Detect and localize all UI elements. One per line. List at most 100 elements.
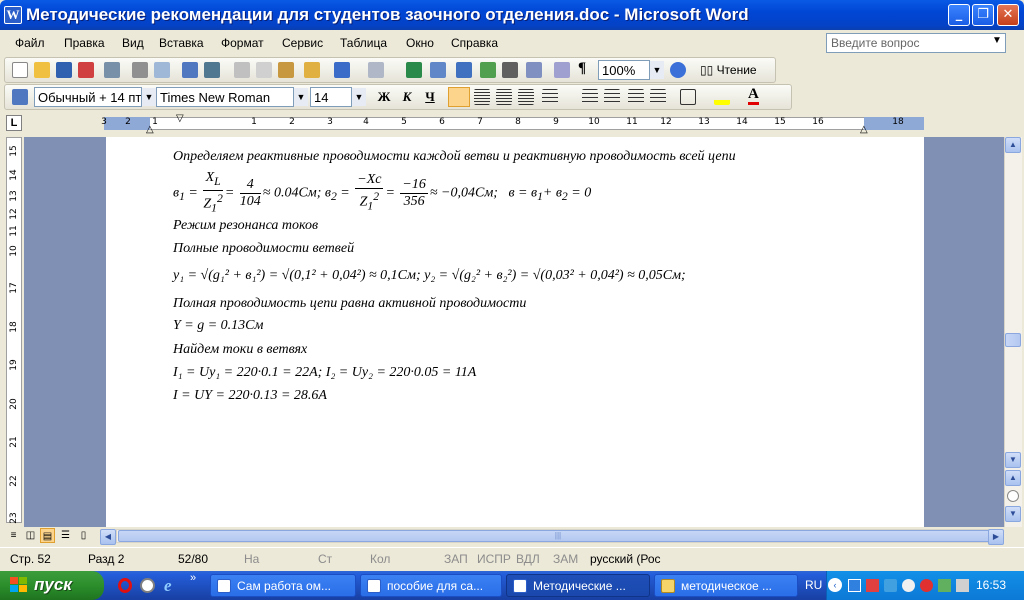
styles-pane-icon[interactable]	[12, 89, 28, 105]
tray-expand-icon[interactable]: ‹	[828, 578, 842, 592]
highlight-icon[interactable]	[714, 89, 730, 105]
right-indent-marker[interactable]: △	[860, 124, 868, 135]
help-icon[interactable]	[670, 62, 686, 78]
status-section[interactable]: Разд 2	[88, 552, 124, 566]
tables-borders-icon[interactable]	[430, 62, 446, 78]
status-trk[interactable]: ИСПР	[477, 552, 511, 566]
align-center-icon[interactable]	[474, 89, 490, 105]
permission-icon[interactable]	[78, 62, 94, 78]
status-col[interactable]: Кол	[370, 552, 390, 566]
opera-icon[interactable]	[118, 578, 132, 593]
browse-object-icon[interactable]	[1007, 490, 1019, 502]
menu-tools[interactable]: Сервис	[282, 36, 323, 50]
redo-icon[interactable]	[368, 62, 384, 78]
insert-table-icon[interactable]	[456, 62, 472, 78]
read-mode-button[interactable]: ▯▯ Чтение	[700, 63, 757, 77]
taskbar-task[interactable]: Сам работа ом...	[210, 574, 356, 597]
status-language[interactable]: русский (Рос	[590, 552, 661, 566]
bullets-icon[interactable]	[604, 89, 620, 105]
chevron-down-icon[interactable]: ▼	[992, 35, 1002, 46]
columns-icon[interactable]	[502, 62, 518, 78]
update-icon[interactable]	[920, 579, 933, 592]
hyperlink-icon[interactable]	[406, 62, 422, 78]
insert-excel-icon[interactable]	[480, 62, 496, 78]
font-size-combo[interactable]: 14	[310, 87, 352, 107]
open-folder-icon[interactable]	[34, 62, 50, 78]
doc-paragraph[interactable]: Полные проводимости ветвей	[173, 241, 354, 257]
taskbar-task[interactable]: методическое ...	[654, 574, 798, 597]
quicklaunch-chevron-icon[interactable]: »	[190, 572, 196, 584]
doc-paragraph[interactable]: Определяем реактивные проводимости каждо…	[173, 149, 736, 165]
menu-format[interactable]: Формат	[221, 36, 264, 50]
usb-icon[interactable]	[938, 579, 951, 592]
restore-button[interactable]: ❐	[972, 4, 994, 26]
first-line-indent-marker[interactable]: ▽	[176, 113, 184, 124]
equation-branch-currents[interactable]: I₁ = Uy₁ = 220·0.1 = 22А; I₂ = Uy₂ = 220…	[173, 365, 476, 381]
connection-icon[interactable]	[884, 579, 897, 592]
taskbar-task-active[interactable]: Методические ...	[506, 574, 650, 597]
doc-paragraph[interactable]: Режим резонанса токов	[173, 218, 318, 234]
web-view-icon[interactable]: ◫	[23, 528, 38, 543]
scroll-left-icon[interactable]: ◀	[100, 529, 116, 545]
zoom-combo[interactable]: 100%	[598, 60, 650, 80]
spelling-icon[interactable]	[182, 62, 198, 78]
reading-view-icon[interactable]: ▯	[76, 528, 91, 543]
normal-view-icon[interactable]: ≡	[6, 528, 21, 543]
document-map-icon[interactable]	[554, 62, 570, 78]
copy-icon[interactable]	[256, 62, 272, 78]
equation-total-conductance[interactable]: Y = g = 0.13См	[173, 318, 263, 334]
cut-icon[interactable]	[234, 62, 250, 78]
save-icon[interactable]	[56, 62, 72, 78]
menu-table[interactable]: Таблица	[340, 36, 387, 50]
font-color-icon[interactable]: A	[748, 87, 759, 105]
internet-explorer-icon[interactable]: e	[164, 576, 172, 596]
chevron-down-icon[interactable]: ▼	[142, 88, 156, 106]
line-spacing-icon[interactable]	[542, 89, 558, 105]
status-at[interactable]: На	[244, 552, 259, 566]
outline-view-icon[interactable]: ☰	[58, 528, 73, 543]
research-icon[interactable]	[204, 62, 220, 78]
decrease-indent-icon[interactable]	[628, 89, 644, 105]
equation-reactive-conductance[interactable]: в1 = XL Z12 = 4 104 ≈ 0.04См; в2 = −Xc Z12 = −…	[173, 170, 591, 216]
print-icon[interactable]	[132, 62, 148, 78]
menu-window[interactable]: Окно	[406, 36, 434, 50]
language-indicator[interactable]: RU	[805, 578, 822, 592]
left-indent-marker[interactable]: △	[146, 124, 154, 135]
status-rec[interactable]: ЗАП	[444, 552, 468, 566]
print-preview-icon[interactable]	[154, 62, 170, 78]
numbering-icon[interactable]	[582, 89, 598, 105]
bold-button[interactable]: Ж	[374, 88, 394, 106]
paste-icon[interactable]	[278, 62, 294, 78]
borders-icon[interactable]	[680, 89, 696, 105]
status-ovr[interactable]: ЗАМ	[553, 552, 578, 566]
ask-question-input[interactable]: Введите вопрос	[826, 33, 1006, 53]
menu-view[interactable]: Вид	[122, 36, 144, 50]
menu-edit[interactable]: Правка	[64, 36, 105, 50]
next-page-icon[interactable]: ▼	[1005, 506, 1021, 522]
antivirus-icon[interactable]	[902, 579, 915, 592]
menu-help[interactable]: Справка	[451, 36, 498, 50]
email-icon[interactable]	[104, 62, 120, 78]
status-ext[interactable]: ВДЛ	[516, 552, 540, 566]
volume-icon[interactable]	[956, 579, 969, 592]
justify-icon[interactable]	[518, 89, 534, 105]
network-icon[interactable]	[848, 579, 861, 592]
drawing-icon[interactable]	[526, 62, 542, 78]
align-right-icon[interactable]	[496, 89, 512, 105]
menu-file[interactable]: Файл	[15, 36, 45, 50]
font-combo[interactable]: Times New Roman	[156, 87, 294, 107]
horizontal-scroll-thumb[interactable]: |||	[118, 530, 998, 542]
menu-insert[interactable]: Вставка	[159, 36, 204, 50]
undo-icon[interactable]	[334, 62, 350, 78]
new-document-icon[interactable]	[12, 62, 28, 78]
close-button[interactable]: ✕	[997, 4, 1019, 26]
doc-paragraph[interactable]: Найдем токи в ветвях	[173, 342, 307, 358]
format-painter-icon[interactable]	[304, 62, 320, 78]
underline-button[interactable]: Ч	[420, 88, 440, 106]
equation-total-current[interactable]: I = UY = 220·0.13 = 28.6А	[173, 388, 327, 404]
print-layout-icon[interactable]: ▤	[40, 528, 55, 543]
show-formatting-icon[interactable]: ¶	[578, 60, 586, 77]
status-line[interactable]: Ст	[318, 552, 332, 566]
clock[interactable]: 16:53	[976, 578, 1006, 592]
chevron-down-icon[interactable]: ▼	[352, 88, 366, 106]
